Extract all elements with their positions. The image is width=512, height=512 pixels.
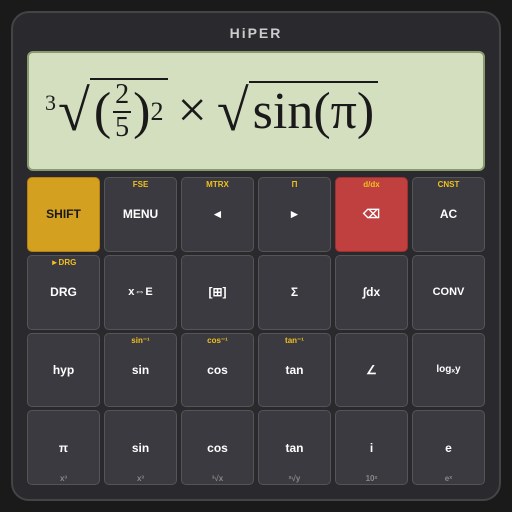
shift-button[interactable]: SHIFT [27,177,100,252]
buttons-area: SHIFT FSE MENU MTRX ◄ Π ► d/dx ⌫ CNST AC [27,177,485,485]
button-row-3: hyp sin⁻¹ sin cos⁻¹ cos tan⁻¹ tan ∠ logₓ… [27,333,485,408]
i-button[interactable]: i 10ˣ [335,410,408,485]
button-row-4: π x³ sin x³ cos ³√x tan ˣ√y i 10ˣ e eˣ [27,410,485,485]
calculator: HiPER 3 √ ( 2 5 ) 2 × [11,11,501,501]
menu-button[interactable]: FSE MENU [104,177,177,252]
del-button[interactable]: d/dx ⌫ [335,177,408,252]
button-row-2: ►DRG DRG x⇔E [⊞] Σ ∫dx CONV [27,255,485,330]
app-title: HiPER [27,23,485,45]
tan-button[interactable]: tan ˣ√y [258,410,331,485]
cos-button[interactable]: cos ³√x [181,410,254,485]
left-button[interactable]: MTRX ◄ [181,177,254,252]
display-expression: 3 √ ( 2 5 ) 2 × √ sin(π) [45,78,378,143]
right-button[interactable]: Π ► [258,177,331,252]
sin-button[interactable]: sin x³ [104,410,177,485]
cos-inv-button[interactable]: cos⁻¹ cos [181,333,254,408]
button-row-1: SHIFT FSE MENU MTRX ◄ Π ► d/dx ⌫ CNST AC [27,177,485,252]
hyp-button[interactable]: hyp [27,333,100,408]
sqrt-sin-pi: √ sin(π) [217,81,378,140]
cube-root: 3 √ ( 2 5 ) 2 [45,78,168,143]
tan-inv-button[interactable]: tan⁻¹ tan [258,333,331,408]
logy-button[interactable]: logₓy [412,333,485,408]
integral-button[interactable]: ∫dx [335,255,408,330]
e-button[interactable]: e eˣ [412,410,485,485]
pi-button[interactable]: π x³ [27,410,100,485]
display-screen: 3 √ ( 2 5 ) 2 × √ sin(π) [27,51,485,171]
sin-inv-button[interactable]: sin⁻¹ sin [104,333,177,408]
sigma-button[interactable]: Σ [258,255,331,330]
angle-button[interactable]: ∠ [335,333,408,408]
matrix-button[interactable]: [⊞] [181,255,254,330]
conv-button[interactable]: CONV [412,255,485,330]
xe-button[interactable]: x⇔E [104,255,177,330]
ac-button[interactable]: CNST AC [412,177,485,252]
drg-button[interactable]: ►DRG DRG [27,255,100,330]
